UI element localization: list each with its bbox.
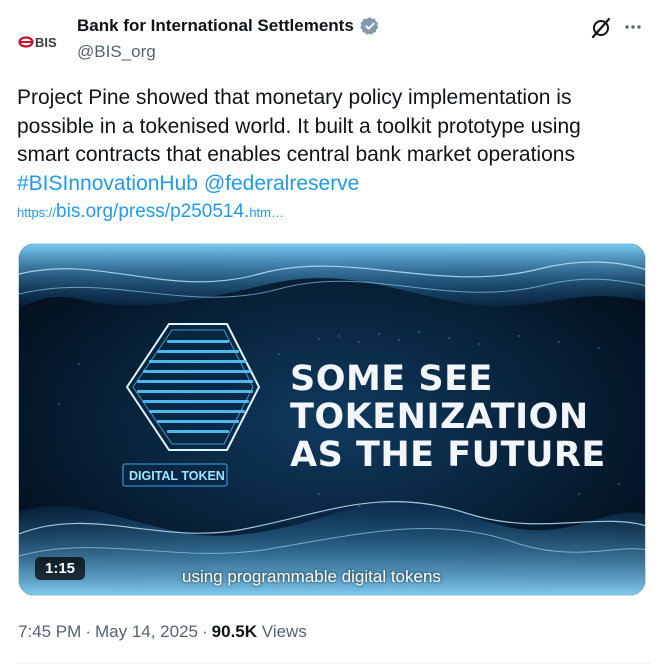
views-count: 90.5K — [211, 622, 258, 641]
url-suffix: htm… — [249, 205, 284, 220]
headline-line: TOKENIZATION — [290, 397, 589, 437]
author-name[interactable]: Bank for International Settlements — [77, 16, 354, 36]
headline-line: SOME SEE — [290, 359, 493, 399]
tweet-time[interactable]: 7:45 PM — [18, 622, 81, 641]
tweet-text-line: Project Pine showed that monetary policy… — [17, 86, 572, 109]
tweet-meta: 7:45 PM · May 14, 2025 · 90.5K Views — [18, 622, 307, 641]
tweet: BIS Bank for International Settlements @… — [0, 0, 668, 669]
video-caption: using programmable digital tokens — [182, 567, 441, 586]
url-prefix: https:// — [17, 205, 57, 220]
headline-line: AS THE FUTURE — [290, 435, 606, 475]
avatar-text: BIS — [35, 35, 57, 50]
mention-link[interactable]: @federalreserve — [204, 172, 360, 195]
more-button[interactable] — [620, 14, 646, 40]
divider — [17, 663, 651, 664]
press-release-link[interactable]: https://bis.org/press/p250514.htm… — [17, 201, 284, 222]
author-handle[interactable]: @BIS_org — [77, 42, 156, 62]
url-main: bis.org/press/p250514. — [56, 201, 250, 222]
url-line: https://bis.org/press/p250514.htm… — [17, 198, 647, 228]
bis-logo-icon: BIS — [18, 35, 57, 50]
video-headline: SOME SEE TOKENIZATION AS THE FUTURE — [290, 360, 606, 474]
avatar[interactable]: BIS — [18, 22, 66, 62]
video-player[interactable]: SOME SEE TOKENIZATION AS THE FUTURE DIGI… — [18, 243, 646, 596]
tweet-text: Project Pine showed that monetary policy… — [17, 84, 647, 228]
tags-line: #BISInnovationHub @federalreserve — [17, 170, 647, 199]
grok-icon — [591, 17, 611, 39]
views-label: Views — [261, 622, 307, 641]
token-label: DIGITAL TOKEN — [129, 469, 225, 483]
tweet-text-line: possible in a tokenised world. It built … — [17, 114, 581, 138]
video-duration-badge: 1:15 — [35, 557, 86, 580]
grok-button[interactable] — [588, 15, 614, 41]
more-dots-icon — [625, 25, 641, 29]
hashtag-link[interactable]: #BISInnovationHub — [17, 172, 198, 195]
tweet-date[interactable]: May 14, 2025 — [95, 622, 198, 641]
tweet-text-line: smart contracts that enables central ban… — [17, 143, 575, 166]
author-name-row: Bank for International Settlements — [77, 16, 380, 36]
verified-badge-icon[interactable] — [359, 16, 380, 36]
